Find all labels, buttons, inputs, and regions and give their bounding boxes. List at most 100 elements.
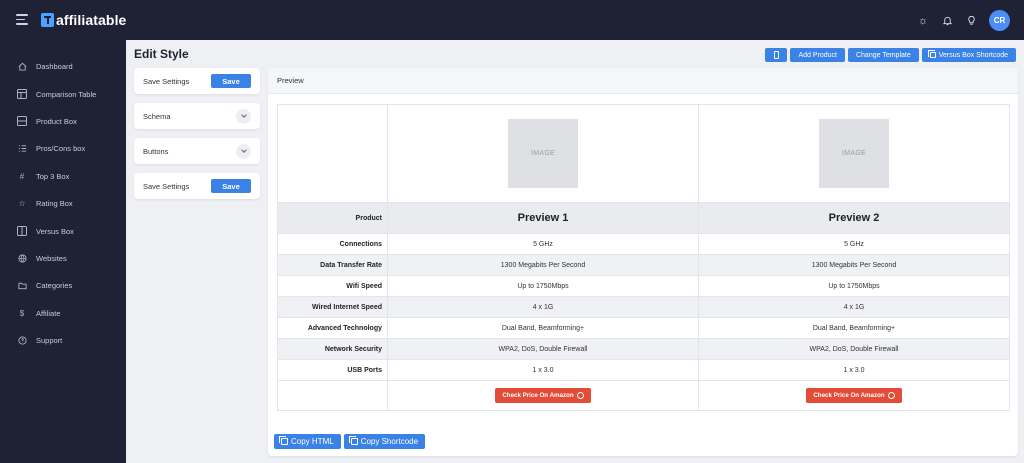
copy-actions: Copy HTML Copy Shortcode <box>274 434 426 449</box>
home-icon <box>17 62 27 72</box>
lightbulb-icon[interactable] <box>965 15 977 27</box>
change-template-button[interactable]: Change Template <box>847 48 919 62</box>
row-label: Network Security <box>277 338 388 360</box>
copy-icon <box>279 436 288 445</box>
sidebar-item-versus-box[interactable]: Versus Box <box>0 217 126 244</box>
sidebar-item-websites[interactable]: Websites <box>0 245 126 272</box>
copy-icon <box>348 436 358 445</box>
sidebar-item-comparison-table[interactable]: Comparison Table <box>0 80 126 107</box>
sidebar-item-label: Affiliate <box>36 308 61 318</box>
sidebar-item-pros-cons-box[interactable]: Pros/Cons box <box>0 135 126 162</box>
product-name-row: Product Preview 1 Preview 2 <box>277 202 1010 234</box>
save-settings-card-top: Save Settings Save <box>134 68 260 94</box>
sidebar-item-dashboard[interactable]: Dashboard <box>0 53 126 80</box>
sidebar-item-label: Categories <box>36 281 73 291</box>
sun-icon[interactable]: ☼ <box>917 15 929 27</box>
check-price-button[interactable]: Check Price On Amazon <box>495 388 591 403</box>
sidebar-item-label: Versus Box <box>36 226 74 236</box>
table-row: USB Ports 1 x 3.0 1 x 3.0 <box>277 359 1010 381</box>
sidebar-item-product-box[interactable]: Product Box <box>0 108 126 135</box>
row-label: Wifi Speed <box>277 275 388 297</box>
sidebar-item-rating-box[interactable]: ☆ Rating Box <box>0 190 126 217</box>
help-icon <box>17 336 27 346</box>
cta-cell: Check Price On Amazon <box>698 380 1010 411</box>
save-settings-label: Save Settings <box>143 76 190 86</box>
copy-shortcode-button[interactable]: Copy Shortcode <box>343 434 426 449</box>
save-button[interactable]: Save <box>211 179 251 193</box>
table-row: Wifi Speed Up to 1750Mbps Up to 1750Mbps <box>277 275 1010 297</box>
sidebar-item-label: Support <box>36 336 63 346</box>
sidebar-item-top-3-box[interactable]: # Top 3 Box <box>0 163 126 190</box>
table-cell: 4 x 1G <box>698 296 1010 318</box>
settings-column: Save Settings Save Schema Buttons Save S… <box>134 68 260 208</box>
buttons-accordion[interactable]: Buttons <box>134 138 260 164</box>
chevron-down-icon[interactable] <box>236 143 251 159</box>
chevron-down-icon[interactable] <box>236 108 251 124</box>
list-icon <box>17 144 27 154</box>
row-label: Connections <box>277 233 388 255</box>
save-settings-card-bottom: Save Settings Save <box>134 173 260 199</box>
arrow-circle-icon <box>887 392 895 399</box>
versus-box-shortcode-button[interactable]: Versus Box Shortcode <box>921 48 1016 62</box>
check-price-label: Check Price On Amazon <box>813 392 885 399</box>
save-button[interactable]: Save <box>211 74 251 88</box>
table-row: Data Transfer Rate 1300 Megabits Per Sec… <box>277 254 1010 276</box>
image-placeholder: IMAGE <box>819 119 889 188</box>
image-row: IMAGE IMAGE <box>277 104 1010 203</box>
check-price-button[interactable]: Check Price On Amazon <box>806 388 902 403</box>
product-image-cell: IMAGE <box>387 104 699 203</box>
copy-shortcode-label: Copy Shortcode <box>360 437 419 446</box>
top-bar: affiliatable ☼ CR <box>0 0 1024 40</box>
empty-cell <box>277 104 388 203</box>
preview-heading: Preview <box>268 68 1018 94</box>
cta-row: Check Price On Amazon Check Price On Ama… <box>277 380 1010 411</box>
table-cell: 1 x 3.0 <box>698 359 1010 381</box>
empty-cell <box>277 380 388 411</box>
row-label: Wired Internet Speed <box>277 296 388 318</box>
copy-icon <box>927 50 936 58</box>
avatar[interactable]: CR <box>989 10 1010 31</box>
table-cell: 5 GHz <box>387 233 699 255</box>
logo-text: affiliatable <box>56 12 127 28</box>
top-bar-actions: ☼ CR <box>917 10 1010 31</box>
hash-icon: # <box>19 171 25 181</box>
row-label: Product <box>277 202 388 234</box>
sidebar-item-label: Product Box <box>36 116 77 126</box>
sidebar-item-support[interactable]: Support <box>0 327 126 354</box>
sidebar-item-label: Rating Box <box>36 199 73 209</box>
copy-html-button[interactable]: Copy HTML <box>274 434 341 449</box>
copy-html-label: Copy HTML <box>291 437 334 446</box>
table-icon <box>17 89 27 100</box>
table-cell: 5 GHz <box>698 233 1010 255</box>
table-cell: 1300 Megabits Per Second <box>387 254 699 276</box>
add-product-button[interactable]: Add Product <box>790 48 845 62</box>
versus-table-wrapper: IMAGE IMAGE Product Preview 1 Preview 2 … <box>277 104 1010 411</box>
columns-icon <box>17 226 27 237</box>
globe-icon <box>17 253 27 263</box>
row-label: USB Ports <box>277 359 388 381</box>
sidebar-item-label: Comparison Table <box>36 89 97 99</box>
arrow-circle-icon <box>576 392 584 399</box>
product-name: Preview 2 <box>698 202 1010 234</box>
folder-icon <box>17 281 27 291</box>
sidebar-item-label: Websites <box>36 253 67 263</box>
table-row: Wired Internet Speed 4 x 1G 4 x 1G <box>277 296 1010 318</box>
bell-icon[interactable] <box>941 15 953 27</box>
schema-accordion[interactable]: Schema <box>134 103 260 129</box>
table-row: Advanced Technology Dual Band, Beamformi… <box>277 317 1010 339</box>
sidebar-item-categories[interactable]: Categories <box>0 272 126 299</box>
box-icon <box>17 116 27 127</box>
menu-toggle-icon[interactable] <box>16 14 28 26</box>
table-cell: WPA2, DoS, Double Firewall <box>387 338 699 360</box>
versus-table: IMAGE IMAGE Product Preview 1 Preview 2 … <box>277 104 1010 411</box>
sidebar-item-affiliate[interactable]: $ Affiliate <box>0 300 126 327</box>
save-settings-label: Save Settings <box>143 181 190 191</box>
phone-icon <box>773 51 779 59</box>
image-placeholder: IMAGE <box>508 119 578 188</box>
row-label: Advanced Technology <box>277 317 388 339</box>
mobile-preview-button[interactable] <box>765 48 788 62</box>
table-row: Network Security WPA2, DoS, Double Firew… <box>277 338 1010 360</box>
dollar-icon: $ <box>19 308 25 318</box>
header-actions: Add Product Change Template Versus Box S… <box>765 48 1016 62</box>
logo[interactable]: affiliatable <box>41 12 126 28</box>
